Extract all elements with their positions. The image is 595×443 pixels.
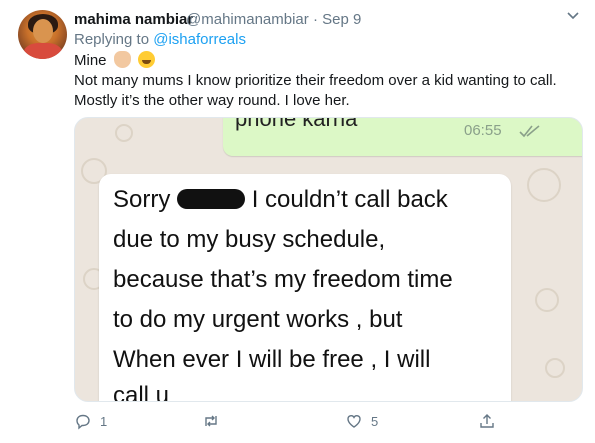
wallpaper-doodle: [535, 288, 559, 312]
retweet-icon: [205, 415, 217, 427]
like-button[interactable]: 5: [345, 411, 378, 431]
avatar-shirt: [24, 43, 62, 59]
author-name[interactable]: mahima nambiar: [74, 11, 193, 28]
wallpaper-doodle: [527, 168, 561, 202]
tweet-date[interactable]: Sep 9: [322, 11, 361, 28]
tweet-text-line-2: Not many mums I know prioritize their fr…: [74, 72, 557, 89]
share-icon: [480, 414, 494, 428]
author-meta[interactable]: @mahimanambiar · Sep 9: [186, 11, 361, 28]
received-line-6: call u: [113, 382, 170, 402]
replying-prefix: Replying to: [74, 31, 150, 48]
meta-separator: ·: [312, 11, 318, 28]
received-line-2: due to my busy schedule,: [113, 226, 386, 253]
received-line-1: Sorry I couldn’t call back: [113, 186, 448, 214]
sent-message-text: phone karna: [235, 117, 358, 131]
chat-bubble-received: Sorry I couldn’t call back due to my bus…: [99, 174, 511, 402]
reply-count: 1: [100, 413, 108, 429]
received-line-1-text: I couldn’t call back: [251, 186, 448, 213]
tweet-text-line-1: Mine: [74, 51, 155, 69]
wallpaper-doodle: [115, 124, 133, 142]
retweet-button[interactable]: [202, 411, 228, 431]
received-line-4: to do my urgent works , but: [113, 306, 403, 333]
grinning-face-icon: [137, 51, 155, 68]
double-check-icon: [519, 125, 540, 138]
received-line-3: because that’s my freedom time: [113, 266, 453, 293]
reply-button[interactable]: 1: [74, 411, 107, 431]
sent-message-time: 06:55: [464, 122, 502, 139]
avatar[interactable]: [18, 10, 67, 59]
chat-bubble-sent: phone karna 06:55: [223, 117, 582, 156]
share-button[interactable]: [478, 411, 496, 431]
tweet-text-line-3: Mostly it’s the other way round. I love …: [74, 92, 350, 109]
replying-to-link[interactable]: @ishaforreals: [153, 31, 246, 48]
reply-icon: [76, 414, 90, 430]
replying-to: Replying to @ishaforreals: [74, 31, 246, 48]
like-count: 5: [371, 413, 379, 429]
pointing-hand-icon: [113, 51, 131, 68]
wallpaper-doodle: [545, 358, 565, 378]
chevron-down-icon[interactable]: [566, 9, 580, 23]
received-prefix: Sorry: [113, 186, 171, 213]
heart-icon: [347, 415, 361, 428]
author-handle[interactable]: @mahimanambiar: [186, 11, 309, 28]
avatar-face: [33, 19, 53, 43]
tweet-image[interactable]: phone karna 06:55 Sorry I couldn’t call …: [74, 117, 583, 402]
received-line-5: When ever I will be free , I will: [113, 346, 431, 373]
tweet-text-mine: Mine: [74, 52, 107, 69]
redacted-name: [177, 189, 246, 209]
